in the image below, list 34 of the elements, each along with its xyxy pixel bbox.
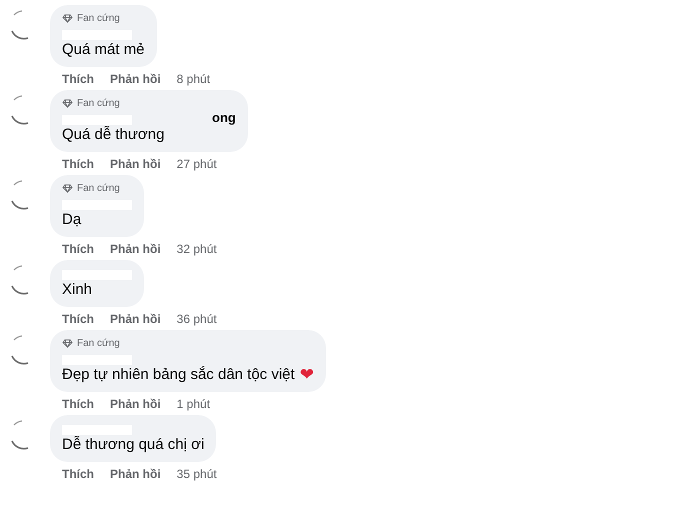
comment-action-link[interactable]: Phản hồi bbox=[110, 240, 161, 258]
author-name[interactable]: ong bbox=[212, 110, 236, 125]
comment-action-link[interactable]: Thích bbox=[62, 465, 94, 483]
timestamp: 1 phút bbox=[176, 396, 210, 413]
diamond-icon bbox=[62, 98, 73, 108]
timestamp: 27 phút bbox=[176, 156, 217, 173]
timestamp: 35 phút bbox=[176, 466, 217, 483]
diamond-icon bbox=[62, 14, 73, 22]
comment-action-link[interactable]: Phản hồi bbox=[110, 70, 161, 88]
comment-action-link[interactable]: Phản hồi bbox=[110, 310, 161, 328]
timestamp: 36 phút bbox=[176, 311, 217, 328]
diamond-icon bbox=[62, 338, 73, 348]
comment-action-link[interactable]: Thích bbox=[62, 240, 94, 258]
timestamp: 8 phút bbox=[176, 71, 210, 88]
comment-text: Đẹp tự nhiên bảng sắc dân tộc việt bbox=[62, 365, 295, 385]
comment-text: Xinh bbox=[62, 280, 92, 300]
comment-action-link[interactable]: Thích bbox=[62, 70, 94, 88]
comment-text: Dạ bbox=[62, 210, 82, 230]
badge-label: Fan cứng bbox=[77, 182, 120, 194]
heart-emoji: ❤ bbox=[300, 365, 314, 385]
comment-action-link[interactable]: Phản hồi bbox=[110, 395, 161, 413]
comment-text: Dễ thương quá chị ơi bbox=[62, 435, 204, 455]
badge-label: Fan cứng bbox=[77, 12, 120, 24]
comment-action-link[interactable]: Phản hồi bbox=[110, 465, 161, 483]
badge-label: Fan cứng bbox=[77, 98, 120, 108]
comment-action-link[interactable]: Thích bbox=[62, 395, 94, 413]
comment-action-link[interactable]: Phản hồi bbox=[110, 155, 161, 173]
diamond-icon bbox=[62, 184, 73, 192]
timestamp: 32 phút bbox=[176, 241, 217, 258]
badge-label: Fan cứng bbox=[77, 338, 120, 348]
comment-action-link[interactable]: Thích bbox=[62, 155, 94, 173]
comment-text: Quá mát mẻ bbox=[62, 40, 145, 60]
comment-text: Quá dễ thương bbox=[62, 125, 164, 145]
comment-action-link[interactable]: Thích bbox=[62, 310, 94, 328]
